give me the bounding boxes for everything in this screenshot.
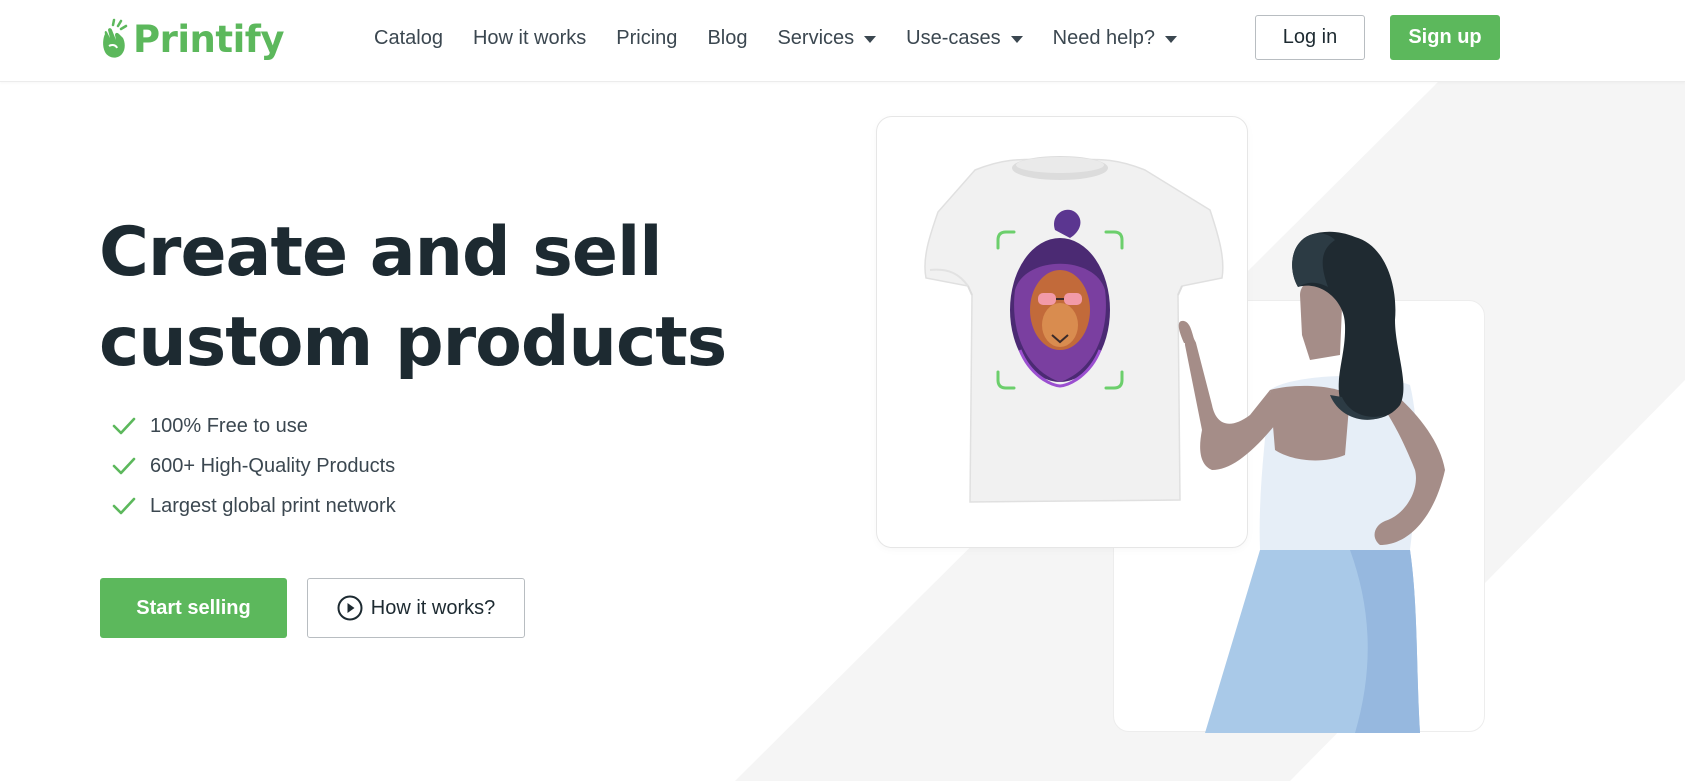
benefit-item: 100% Free to use bbox=[112, 406, 396, 446]
nav-pricing[interactable]: Pricing bbox=[616, 27, 677, 50]
start-selling-button[interactable]: Start selling bbox=[100, 578, 287, 638]
chevron-down-icon bbox=[864, 35, 877, 43]
check-icon bbox=[112, 457, 136, 475]
nav-need-help-dropdown[interactable]: Need help? bbox=[1053, 27, 1177, 50]
check-icon bbox=[112, 497, 136, 515]
benefit-text: Largest global print network bbox=[150, 494, 396, 517]
main-nav: Catalog How it works Pricing Blog Servic… bbox=[374, 0, 1207, 76]
printify-logo[interactable]: Printify bbox=[99, 14, 284, 64]
hero-title-line-1: Create and sell bbox=[99, 213, 663, 292]
nav-label: How it works bbox=[472, 26, 587, 49]
play-circle-icon bbox=[337, 595, 363, 621]
benefit-item: Largest global print network bbox=[112, 486, 396, 526]
landing-page: Printify Catalog How it works Pricing Bl… bbox=[0, 0, 1685, 781]
benefit-text: 100% Free to use bbox=[150, 414, 308, 437]
nav-use-cases-dropdown[interactable]: Use-cases bbox=[906, 26, 1023, 50]
hero-title-line-2: custom products bbox=[99, 303, 727, 382]
nav-label: Services bbox=[777, 26, 855, 49]
chevron-down-icon bbox=[1010, 35, 1023, 43]
nav-blog[interactable]: Blog bbox=[707, 27, 747, 50]
benefit-item: 600+ High-Quality Products bbox=[112, 446, 396, 486]
site-header: Printify Catalog How it works Pricing Bl… bbox=[0, 0, 1685, 82]
nav-label: Need help? bbox=[1052, 26, 1155, 49]
check-icon bbox=[112, 417, 136, 435]
signup-button[interactable]: Sign up bbox=[1390, 15, 1500, 60]
benefits-list: 100% Free to use 600+ High-Quality Produ… bbox=[112, 406, 396, 526]
nav-how-it-works[interactable]: How it works bbox=[473, 27, 586, 50]
chevron-down-icon bbox=[1164, 35, 1177, 43]
logo-wordmark: Printify bbox=[133, 17, 284, 61]
nav-catalog[interactable]: Catalog bbox=[374, 27, 443, 50]
printify-hand-logo-icon bbox=[103, 18, 128, 58]
login-button[interactable]: Log in bbox=[1255, 15, 1365, 60]
nav-label: Pricing bbox=[616, 26, 678, 49]
woman-pointing-illustration bbox=[1178, 231, 1445, 733]
how-it-works-label: How it works? bbox=[370, 596, 496, 619]
nav-label: Catalog bbox=[374, 26, 443, 49]
nav-services-dropdown[interactable]: Services bbox=[777, 26, 877, 50]
benefit-text: 600+ High-Quality Products bbox=[150, 454, 396, 477]
nav-label: Use-cases bbox=[906, 26, 1001, 49]
how-it-works-button[interactable]: How it works? bbox=[307, 578, 525, 638]
hero-title: Create and sell custom products bbox=[99, 208, 739, 388]
nav-label: Blog bbox=[707, 26, 748, 49]
